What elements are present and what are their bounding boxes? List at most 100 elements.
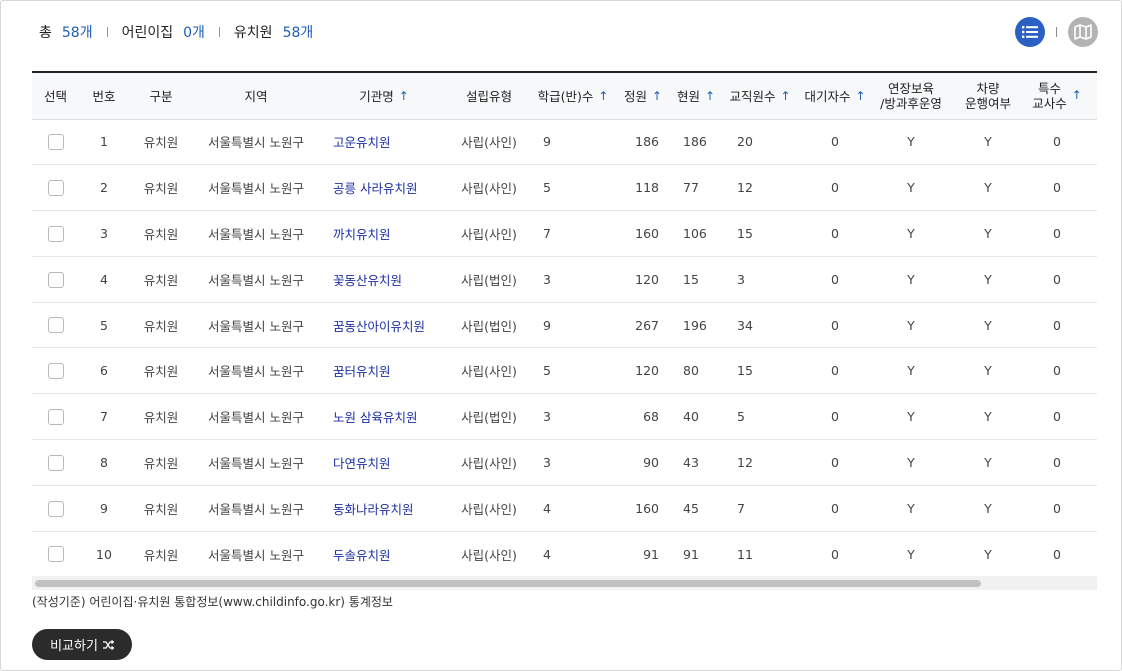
special-teacher-count: 0 xyxy=(1027,393,1087,441)
row-checkbox[interactable] xyxy=(47,179,64,196)
facility-name-link[interactable]: 다연유치원 xyxy=(333,456,391,471)
class-count: 5 xyxy=(529,347,617,395)
column-header[interactable]: 특수 교사수 ↑ xyxy=(1027,73,1087,120)
special-teacher-count: 0 xyxy=(1027,164,1087,212)
vehicle-operation: Y xyxy=(949,393,1027,441)
list-view-button[interactable] xyxy=(1015,17,1045,47)
column-header[interactable]: 학급(반)수 ↑ xyxy=(529,73,617,120)
row-select-cell xyxy=(32,531,79,578)
waiting-count: 0 xyxy=(797,485,873,532)
compare-button-label: 비교하기 xyxy=(50,638,98,653)
classroom-count: 4 xyxy=(1087,393,1097,441)
capacity: 160 xyxy=(617,485,669,532)
facility-name-link[interactable]: 고운유치원 xyxy=(333,135,391,150)
facility-name-cell: 두솔유치원 xyxy=(319,531,449,578)
row-checkbox[interactable] xyxy=(47,546,64,563)
row-checkbox[interactable] xyxy=(47,271,64,288)
capacity: 118 xyxy=(617,164,669,212)
column-header: 구분 xyxy=(129,73,193,120)
column-header: 설립유형 xyxy=(449,73,529,120)
staff-count: 11 xyxy=(723,531,797,578)
row-select-cell xyxy=(32,393,79,441)
sort-arrow-icon[interactable]: ↑ xyxy=(399,89,409,103)
facility-name-link[interactable]: 노원 삼육유치원 xyxy=(333,410,417,425)
classroom-count: 6 xyxy=(1087,347,1097,395)
summary-divider xyxy=(106,27,108,37)
map-view-button[interactable] xyxy=(1068,17,1098,47)
sort-arrow-icon[interactable]: ↑ xyxy=(652,89,662,103)
capacity: 120 xyxy=(617,256,669,303)
column-header[interactable]: 교직원수 ↑ xyxy=(723,73,797,120)
waiting-count: 0 xyxy=(797,393,873,441)
facility-name-link[interactable]: 꿈동산아이유치원 xyxy=(333,319,425,334)
facility-name-cell: 공릉 사라유치원 xyxy=(319,164,449,212)
class-count: 3 xyxy=(529,439,617,486)
row-checkbox[interactable] xyxy=(47,134,64,151)
current-enrollment: 186 xyxy=(669,119,723,166)
scrollbar-thumb[interactable] xyxy=(35,580,981,587)
column-header[interactable]: 현원 ↑ xyxy=(669,73,723,120)
staff-count: 34 xyxy=(723,302,797,349)
column-header[interactable]: 대기자수 ↑ xyxy=(797,73,873,120)
class-count: 7 xyxy=(529,210,617,257)
region: 서울특별시 노원구 xyxy=(193,485,319,532)
waiting-count: 0 xyxy=(797,210,873,257)
sort-arrow-icon[interactable]: ↑ xyxy=(598,89,608,103)
facility-name-link[interactable]: 꽃동산유치원 xyxy=(333,273,402,288)
horizontal-scrollbar[interactable] xyxy=(32,576,1097,590)
row-checkbox[interactable] xyxy=(47,500,64,517)
facility-name-link[interactable]: 두솔유치원 xyxy=(333,548,391,563)
row-number: 1 xyxy=(79,119,129,166)
sort-arrow-icon[interactable]: ↑ xyxy=(1072,88,1082,102)
column-header: 차량 운행여부 xyxy=(949,73,1027,120)
founding-type: 사립(사인) xyxy=(449,531,529,578)
row-checkbox[interactable] xyxy=(47,225,64,242)
facility-type: 유치원 xyxy=(129,210,193,257)
extended-care: Y xyxy=(873,347,949,395)
row-number: 2 xyxy=(79,164,129,212)
capacity: 91 xyxy=(617,531,669,578)
facility-type: 유치원 xyxy=(129,302,193,349)
facility-name-cell: 꽃동산유치원 xyxy=(319,256,449,303)
results-table-container[interactable]: 선택 번호 구분 지역 기관명 ↑ 설립유형 학급(반)수 ↑ 정원 ↑ 현원 ↑ 교직원수 ↑ 대기자수 ↑ 연… xyxy=(32,71,1097,591)
current-enrollment: 196 xyxy=(669,302,723,349)
compare-button[interactable]: 비교하기 xyxy=(32,629,132,660)
founding-type: 사립(사인) xyxy=(449,210,529,257)
row-number: 7 xyxy=(79,393,129,441)
vehicle-operation: Y xyxy=(949,210,1027,257)
vehicle-operation: Y xyxy=(949,164,1027,212)
kindergarten-label: 유치원 xyxy=(233,25,273,41)
vehicle-operation: Y xyxy=(949,485,1027,532)
row-checkbox[interactable] xyxy=(47,363,64,380)
sort-arrow-icon[interactable]: ↑ xyxy=(705,89,715,103)
classroom-count: 9 xyxy=(1087,119,1097,166)
column-header-label: 연장보육 /방과후운영 xyxy=(880,80,942,111)
waiting-count: 0 xyxy=(797,256,873,303)
staff-count: 12 xyxy=(723,164,797,212)
facility-name-link[interactable]: 동화나라유치원 xyxy=(333,502,414,517)
row-checkbox[interactable] xyxy=(47,317,64,334)
column-header[interactable]: 기관명 ↑ xyxy=(319,73,449,120)
facility-name-cell: 동화나라유치원 xyxy=(319,485,449,532)
facility-type: 유치원 xyxy=(129,119,193,166)
facility-name-cell: 노원 삼육유치원 xyxy=(319,393,449,441)
column-header-label: 구분 xyxy=(149,88,173,104)
facility-name-link[interactable]: 꿈터유치원 xyxy=(333,364,391,379)
vehicle-operation: Y xyxy=(949,439,1027,486)
row-checkbox[interactable] xyxy=(47,454,64,471)
row-checkbox[interactable] xyxy=(47,408,64,425)
waiting-count: 0 xyxy=(797,119,873,166)
vehicle-operation: Y xyxy=(949,119,1027,166)
region: 서울특별시 노원구 xyxy=(193,531,319,578)
sort-arrow-icon[interactable]: ↑ xyxy=(780,89,790,103)
extended-care: Y xyxy=(873,119,949,166)
sort-arrow-icon[interactable]: ↑ xyxy=(855,89,865,103)
view-toggle-divider xyxy=(1056,27,1057,37)
column-header[interactable]: 정원 ↑ xyxy=(617,73,669,120)
table-body: 1유치원서울특별시 노원구고운유치원사립(사인)9186186200YY092유… xyxy=(32,119,1097,578)
list-icon xyxy=(1022,26,1038,38)
vehicle-operation: Y xyxy=(949,302,1027,349)
facility-name-link[interactable]: 까치유치원 xyxy=(333,227,391,242)
facility-name-link[interactable]: 공릉 사라유치원 xyxy=(333,181,417,196)
table-row: 8유치원서울특별시 노원구다연유치원사립(사인)39043120YY04 xyxy=(32,439,1097,486)
